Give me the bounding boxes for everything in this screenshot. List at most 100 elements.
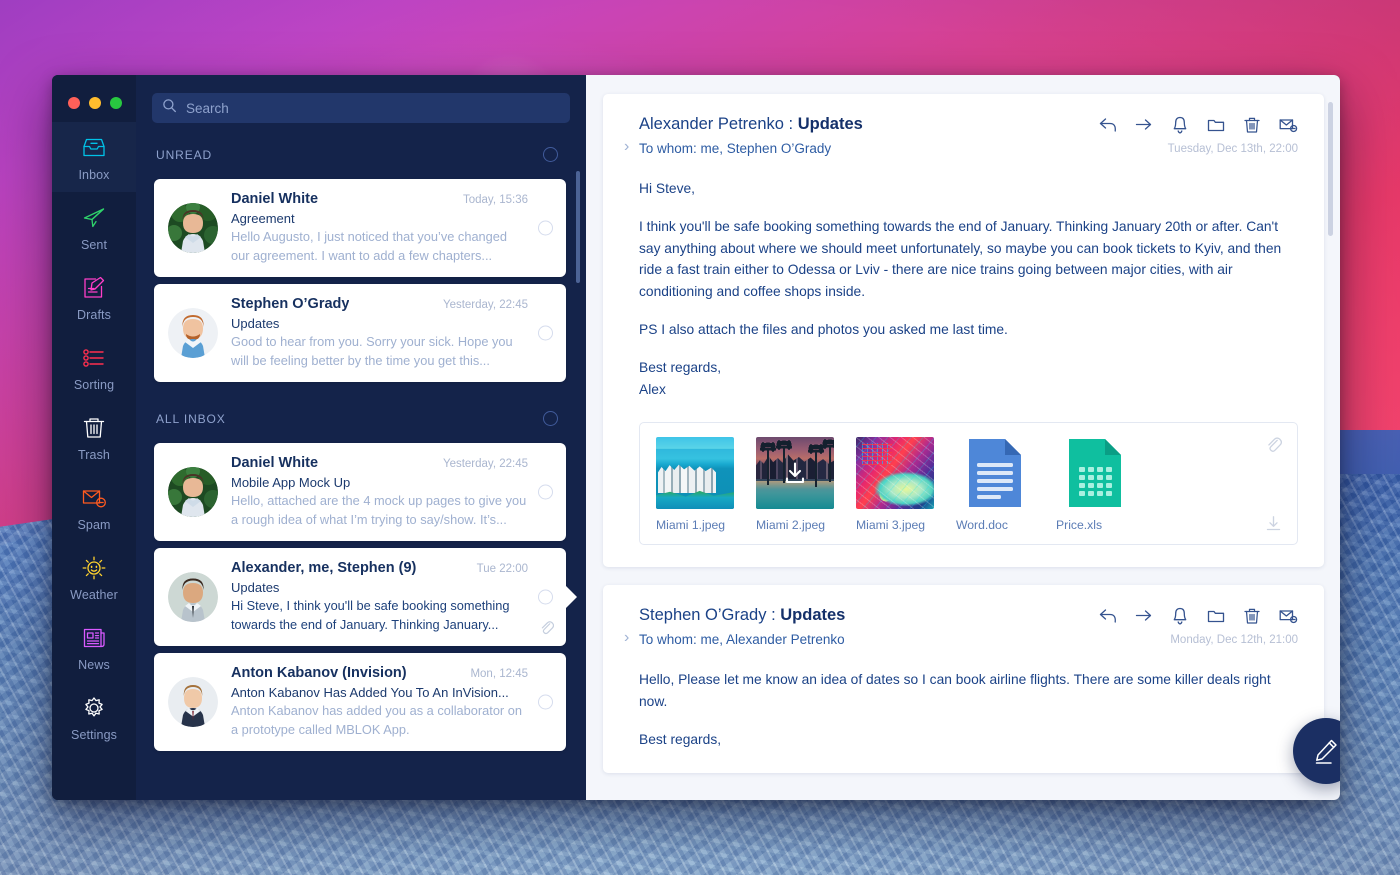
attachment-name: Miami 1.jpeg <box>656 518 726 533</box>
trash-icon[interactable] <box>1242 115 1262 135</box>
forward-icon[interactable] <box>1134 606 1154 626</box>
sidebar-item-weather[interactable]: Weather <box>52 542 136 612</box>
sidebar-item-trash[interactable]: Trash <box>52 402 136 472</box>
list-item-select-circle[interactable] <box>538 220 553 236</box>
email-body: Hello, Please let me know an idea of dat… <box>639 669 1298 750</box>
sidebar-item-spam[interactable]: Spam <box>52 472 136 542</box>
attachment-thumbnail <box>756 437 834 510</box>
mark-unread-icon[interactable] <box>1278 606 1298 626</box>
section-header-unread: UNREAD <box>136 137 586 172</box>
email-title: Stephen O’Grady : Updates <box>639 606 845 625</box>
sidebar-item-sent[interactable]: Sent <box>52 192 136 262</box>
sidebar-item-label: Settings <box>71 727 117 742</box>
email-date: Tuesday, Dec 13th, 22:00 <box>1167 142 1298 155</box>
list-item-select-circle[interactable] <box>538 694 553 710</box>
email-separator: : <box>766 606 781 625</box>
list-item-body: Daniel White Today, 15:36 Agreement Hell… <box>231 191 552 265</box>
bell-icon[interactable] <box>1170 115 1190 135</box>
list-item-body: Daniel White Yesterday, 22:45 Mobile App… <box>231 455 552 529</box>
email-subject: Updates <box>797 115 863 133</box>
bell-icon[interactable] <box>1170 606 1190 626</box>
email-subheader: To whom: me, Alexander Petrenko Monday, … <box>624 629 1298 647</box>
forward-icon[interactable] <box>1134 115 1154 135</box>
section-select-all-circle[interactable] <box>543 411 558 427</box>
sidebar-item-news[interactable]: News <box>52 612 136 682</box>
sidebar-item-drafts[interactable]: Drafts <box>52 262 136 332</box>
email-title: Alexander Petrenko : Updates <box>639 115 863 134</box>
avatar <box>168 308 218 359</box>
list-item[interactable]: Daniel White Yesterday, 22:45 Mobile App… <box>154 443 566 542</box>
list-item-subject: Agreement <box>231 211 295 226</box>
sidebar: Inbox Sent Drafts Sorting Trash Spam Wea… <box>52 75 136 800</box>
list-item-preview: Good to hear from you. Sorry your sick. … <box>231 334 513 368</box>
search-input[interactable] <box>186 100 560 116</box>
avatar <box>168 203 218 254</box>
sidebar-item-label: Sorting <box>73 377 115 392</box>
trash-icon[interactable] <box>1242 606 1262 626</box>
list-item[interactable]: Stephen O’Grady Yesterday, 22:45 Updates… <box>154 284 566 383</box>
email-sender: Alexander Petrenko <box>639 115 784 133</box>
avatar <box>168 467 218 518</box>
zoom-button[interactable] <box>110 97 122 109</box>
minimize-button[interactable] <box>89 97 101 109</box>
attachment-thumbnail <box>656 437 734 510</box>
sorting-icon <box>79 343 109 373</box>
close-button[interactable] <box>68 97 80 109</box>
reply-icon[interactable] <box>1098 606 1118 626</box>
drafts-icon <box>79 273 109 303</box>
download-progress-icon <box>783 462 807 484</box>
folder-icon[interactable] <box>1206 606 1226 626</box>
list-item[interactable]: Anton Kabanov (Invision) Mon, 12:45 Anto… <box>154 653 566 752</box>
paperclip-icon[interactable] <box>1265 436 1283 453</box>
sidebar-item-sorting[interactable]: Sorting <box>52 332 136 402</box>
list-item-sender: Stephen O’Grady <box>231 296 350 313</box>
email-recipients[interactable]: To whom: me, Stephen O’Grady <box>624 138 831 156</box>
email-date: Monday, Dec 12th, 21:00 <box>1170 633 1298 646</box>
list-item-body: Anton Kabanov (Invision) Mon, 12:45 Anto… <box>231 665 552 739</box>
mail-app-window: Inbox Sent Drafts Sorting Trash Spam Wea… <box>52 75 1340 800</box>
list-item[interactable]: Daniel White Today, 15:36 Agreement Hell… <box>154 179 566 278</box>
email-toolbar <box>1098 606 1298 626</box>
paperclip-icon <box>539 620 555 635</box>
email-card: Alexander Petrenko : Updates › To whom: … <box>603 94 1324 568</box>
search-bar[interactable] <box>152 93 570 123</box>
mark-unread-icon[interactable] <box>1278 115 1298 135</box>
message-list-scrollbar[interactable] <box>576 171 580 283</box>
attachment-item[interactable]: Word.doc <box>956 437 1034 532</box>
section-title: ALL INBOX <box>156 411 226 426</box>
list-item-body: Stephen O’Grady Yesterday, 22:45 Updates… <box>231 296 552 370</box>
list-item-select-circle[interactable] <box>538 325 553 341</box>
sidebar-item-label: Sent <box>80 237 108 252</box>
sidebar-item-inbox[interactable]: Inbox <box>52 122 136 192</box>
email-recipients[interactable]: To whom: me, Alexander Petrenko <box>624 629 845 647</box>
attachment-item[interactable]: Miami 2.jpeg <box>756 437 834 532</box>
email-signature: Best regards, <box>639 731 722 747</box>
email-toolbar <box>1098 115 1298 135</box>
attachments-container: Miami 1.jpeg Miami 2.jpeg Miami 3.jpeg W… <box>639 422 1298 546</box>
search-icon <box>162 98 177 118</box>
attachment-item[interactable]: Miami 3.jpeg <box>856 437 934 532</box>
list-item-select-circle[interactable] <box>538 589 553 605</box>
section-select-all-circle[interactable] <box>543 147 558 162</box>
reply-icon[interactable] <box>1098 115 1118 135</box>
email-subject: Updates <box>780 606 846 625</box>
email-signature: Best regards, Alex <box>639 359 722 397</box>
attachment-name: Price.xls <box>1056 518 1103 533</box>
sidebar-item-label: Inbox <box>78 167 110 182</box>
list-item-selected[interactable]: Alexander, me, Stephen (9) Tue 22:00 Upd… <box>154 548 566 647</box>
attachment-item[interactable]: Price.xls <box>1056 437 1134 532</box>
attachment-item[interactable]: Miami 1.jpeg <box>656 437 734 532</box>
sent-icon <box>79 203 109 233</box>
download-all-icon[interactable] <box>1265 515 1282 532</box>
sidebar-item-settings[interactable]: Settings <box>52 682 136 752</box>
window-controls <box>68 97 122 109</box>
email-separator: : <box>783 115 798 133</box>
reading-pane-scrollbar[interactable] <box>1328 102 1333 236</box>
section-title: UNREAD <box>156 147 213 162</box>
email-paragraph: Hi Steve, <box>639 181 695 196</box>
list-item-preview: Hello Augusto, I just noticed that you’v… <box>231 229 508 263</box>
folder-icon[interactable] <box>1206 115 1226 135</box>
list-item-time: Yesterday, 22:45 <box>442 299 528 312</box>
list-item-select-circle[interactable] <box>538 484 553 500</box>
section-header-all-inbox: ALL INBOX <box>136 389 586 436</box>
